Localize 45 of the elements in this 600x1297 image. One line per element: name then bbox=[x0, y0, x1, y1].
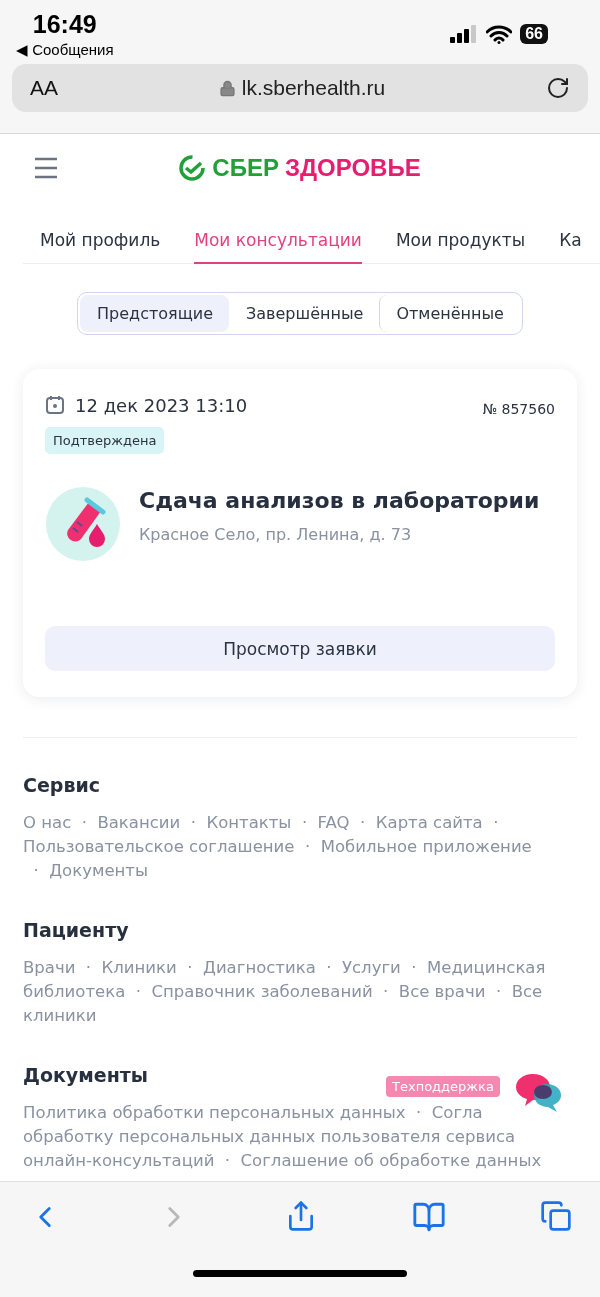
footer-links-line[interactable]: онлайн-консультаций · Соглашение об обработке данных bbox=[23, 1149, 542, 1173]
logo-text: СБЕР bbox=[212, 154, 279, 182]
footer-links-line[interactable]: Пользовательское соглашение · Мобильное приложение bbox=[23, 835, 532, 859]
footer-links-line[interactable]: Врачи · Клиники · Диагностика · Услуги · Медицинская bbox=[23, 956, 546, 980]
menu-icon[interactable] bbox=[34, 157, 58, 179]
footer-links-line[interactable]: Политика обработки персональных данных · Согла bbox=[23, 1101, 483, 1125]
footer-section-title: Сервис bbox=[23, 774, 102, 796]
nav-tab[interactable]: Ка bbox=[559, 220, 582, 264]
status-badge: Подтверждена bbox=[45, 427, 165, 454]
footer-section-title: Пациенту bbox=[23, 919, 130, 941]
test-tube-icon bbox=[45, 486, 121, 562]
segment-tab[interactable]: Предстоящие bbox=[80, 295, 229, 332]
address-bar[interactable]: AA lk.sberhealth.ru bbox=[12, 64, 588, 112]
back-to-app-link[interactable]: ◀ Сообщения bbox=[16, 41, 114, 59]
wifi-icon bbox=[486, 24, 513, 44]
nav-tab[interactable]: Мой профиль bbox=[40, 220, 161, 264]
url-text: lk.sberhealth.ru bbox=[241, 76, 386, 100]
footer-section-title: Документы bbox=[23, 1064, 149, 1086]
battery-indicator: 66 bbox=[520, 24, 548, 44]
footer-links-line[interactable]: библиотека · Справочник заболеваний · Все врачи · Все bbox=[23, 980, 543, 1004]
appointment-date: 12 дек 2023 13:10 bbox=[75, 394, 248, 416]
status-time: 16:49 bbox=[32, 10, 97, 39]
appointment-number: № 857560 bbox=[482, 401, 555, 417]
tabs-icon[interactable] bbox=[540, 1200, 572, 1232]
segment-tab[interactable]: Отменённые bbox=[379, 295, 520, 332]
service-title: Сдача анализов в лаборатории bbox=[139, 488, 540, 513]
signal-icon bbox=[450, 25, 479, 43]
view-request-button[interactable]: Просмотр заявки bbox=[45, 626, 555, 671]
nav-tab[interactable]: Мои консультации bbox=[194, 220, 362, 264]
footer-links-line[interactable]: обработку персональных данных пользователя сервиса bbox=[23, 1125, 516, 1149]
clinic-address: Красное Село, пр. Ленина, д. 73 bbox=[139, 525, 413, 544]
logo-text: ЗДОРОВЬЕ bbox=[284, 154, 421, 182]
nav-tab[interactable]: Мои продукты bbox=[395, 220, 526, 264]
reload-icon[interactable] bbox=[546, 76, 570, 100]
bookmarks-icon[interactable] bbox=[411, 1200, 446, 1234]
footer-links-line[interactable]: · Документы bbox=[23, 859, 148, 883]
support-tooltip[interactable]: Техподдержка bbox=[386, 1076, 500, 1097]
chat-icon[interactable] bbox=[515, 1072, 563, 1114]
text-size-button[interactable]: AA bbox=[30, 76, 58, 100]
lock-icon bbox=[218, 79, 236, 97]
footer-links-line[interactable]: клиники bbox=[23, 1004, 97, 1028]
logo-icon bbox=[178, 154, 207, 182]
footer-links-line[interactable]: О нас · Вакансии · Контакты · FAQ · Карта сайта · bbox=[23, 811, 499, 835]
calendar-icon bbox=[45, 395, 65, 415]
segment-tab[interactable]: Завершённые bbox=[229, 295, 380, 332]
